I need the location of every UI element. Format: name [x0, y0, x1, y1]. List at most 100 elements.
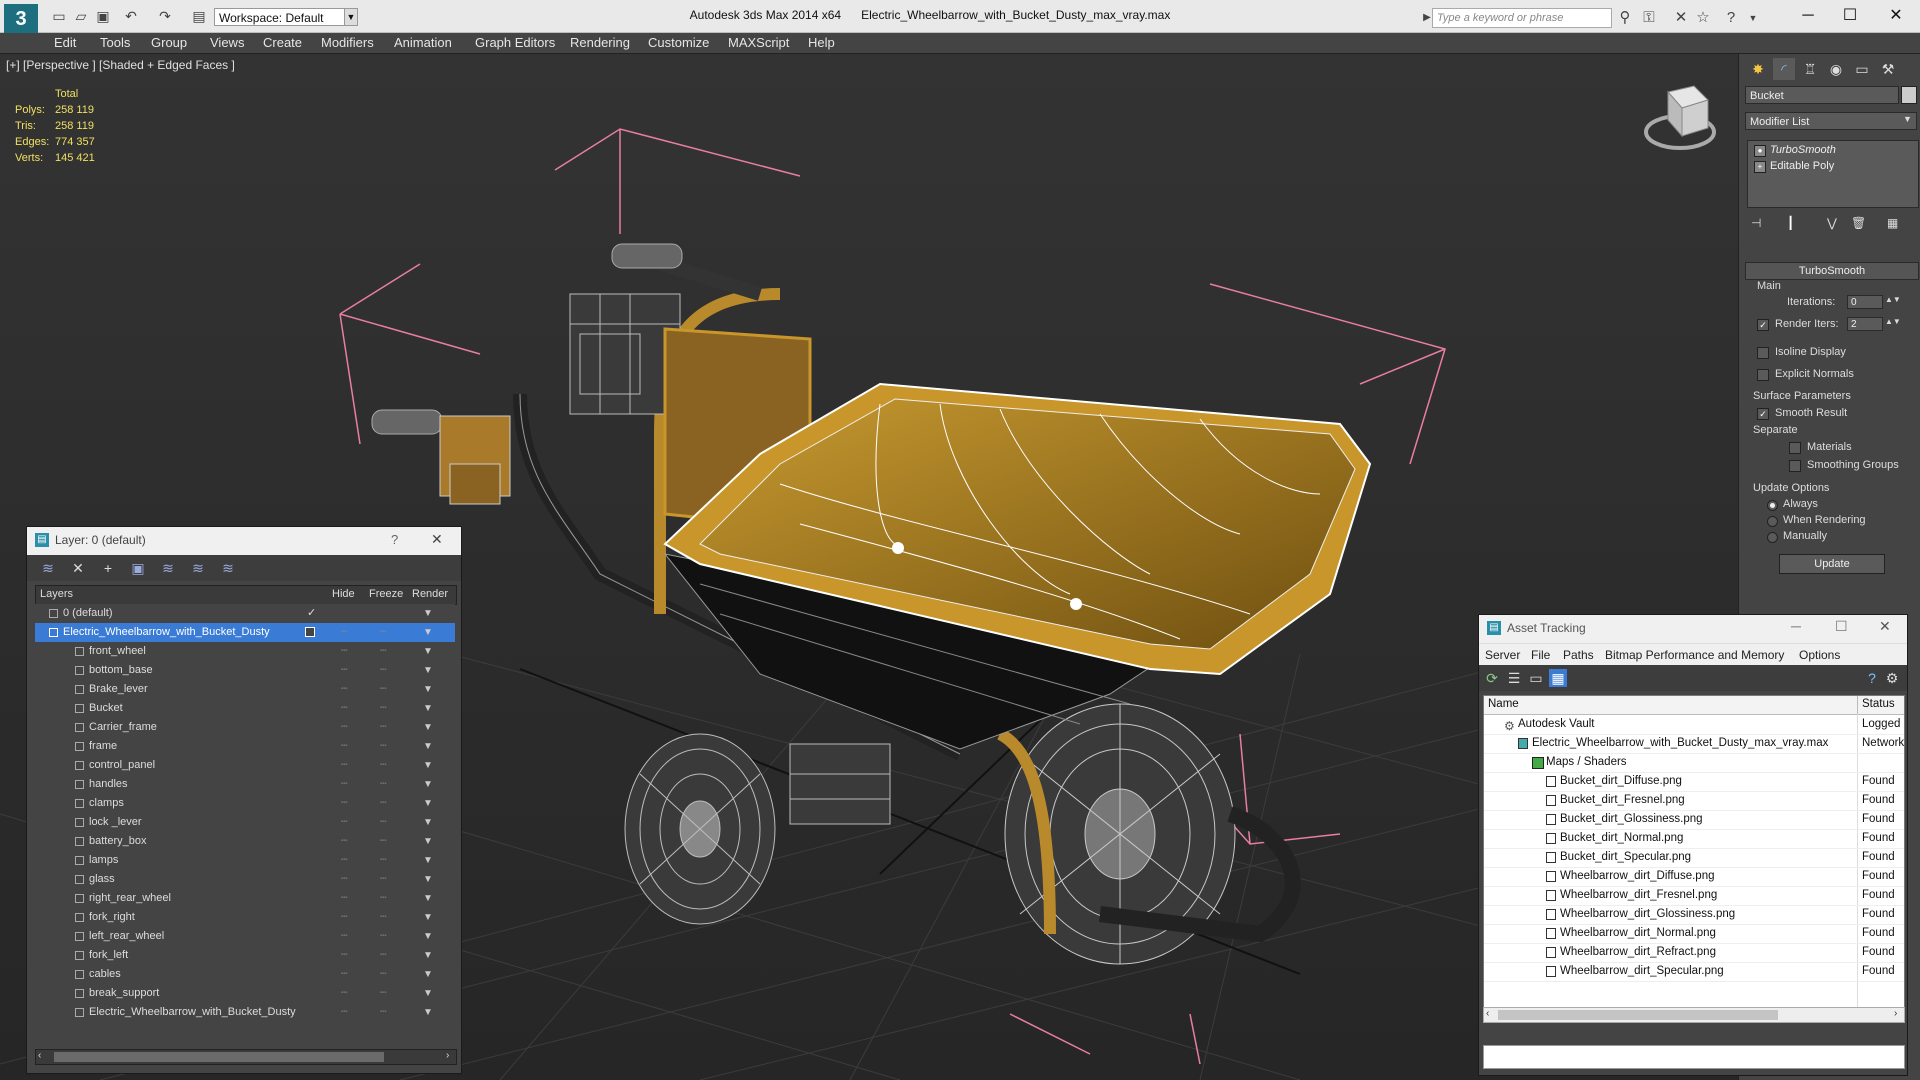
- smoothing-groups-checkbox[interactable]: [1789, 460, 1801, 472]
- asset-tracking-titlebar[interactable]: ▤ Asset Tracking ─ ☐ ✕: [1479, 615, 1907, 643]
- hide-toggle[interactable]: ┄: [341, 889, 348, 908]
- render-icon[interactable]: ▼: [423, 699, 433, 718]
- layer-row[interactable]: lock _lever ┄ ┄ ▼: [35, 813, 455, 832]
- hide-toggle[interactable]: ┄: [341, 851, 348, 870]
- render-icon[interactable]: ▼: [423, 889, 433, 908]
- hide-toggle[interactable]: ┄: [341, 984, 348, 1003]
- hide-toggle[interactable]: ┄: [341, 642, 348, 661]
- save-icon[interactable]: ▣: [94, 7, 112, 25]
- menu-graph-editors[interactable]: Graph Editors: [475, 35, 555, 50]
- set-current-layer-box[interactable]: [305, 627, 315, 637]
- materials-checkbox[interactable]: [1789, 442, 1801, 454]
- freeze-toggle[interactable]: ┄: [380, 946, 387, 965]
- stack-item-editable-poly[interactable]: + Editable Poly: [1750, 159, 1914, 174]
- render-icon[interactable]: ▼: [423, 965, 433, 984]
- chevron-down-icon[interactable]: ▼: [344, 8, 358, 26]
- layer-row[interactable]: bottom_base ┄ ┄ ▼: [35, 661, 455, 680]
- remove-modifier-icon[interactable]: 🗑: [1851, 216, 1866, 230]
- asset-row[interactable]: Wheelbarrow_dirt_Specular.png Found: [1484, 962, 1904, 982]
- layers-column-header[interactable]: Layers: [40, 588, 73, 600]
- key-icon[interactable]: ⚿: [1640, 9, 1658, 27]
- open-file-icon[interactable]: ▱: [72, 7, 90, 25]
- app-logo-icon[interactable]: 3: [4, 4, 38, 34]
- hide-toggle[interactable]: ┄: [341, 965, 348, 984]
- freeze-toggle[interactable]: ┄: [380, 813, 387, 832]
- hide-toggle[interactable]: ┄: [341, 737, 348, 756]
- layer-row[interactable]: handles ┄ ┄ ▼: [35, 775, 455, 794]
- layer-row[interactable]: left_rear_wheel ┄ ┄ ▼: [35, 927, 455, 946]
- render-icon[interactable]: ▼: [423, 946, 433, 965]
- freeze-toggle[interactable]: ┄: [380, 889, 387, 908]
- hide-toggle[interactable]: ┄: [341, 756, 348, 775]
- freeze-toggle[interactable]: ┄: [380, 927, 387, 946]
- hide-toggle[interactable]: ┄: [341, 1003, 348, 1022]
- redo-icon[interactable]: ↷: [156, 7, 174, 25]
- hide-toggle[interactable]: ┄: [341, 699, 348, 718]
- hide-toggle[interactable]: ┄: [341, 661, 348, 680]
- freeze-toggle[interactable]: ┄: [380, 870, 387, 889]
- menu-rendering[interactable]: Rendering: [570, 35, 630, 50]
- favorites-star-icon[interactable]: ☆: [1694, 9, 1712, 27]
- asset-menu-file[interactable]: File: [1531, 648, 1550, 662]
- workspace-dropdown[interactable]: Workspace: Default: [214, 8, 358, 26]
- asset-row[interactable]: Maps / Shaders: [1484, 753, 1904, 773]
- close-icon[interactable]: ✕: [1876, 4, 1916, 28]
- freeze-toggle[interactable]: ┄: [380, 832, 387, 851]
- asset-row[interactable]: Electric_Wheelbarrow_with_Bucket_Dusty_m…: [1484, 734, 1904, 754]
- asset-row[interactable]: ⚙Autodesk VaultLogged C: [1484, 715, 1904, 735]
- highlight-layer-icon[interactable]: ≋: [159, 559, 177, 577]
- lightbulb-icon[interactable]: ●: [1754, 145, 1766, 157]
- scroll-left-icon[interactable]: ‹: [1486, 1008, 1489, 1019]
- explicit-normals-checkbox[interactable]: [1757, 369, 1769, 381]
- layer-row[interactable]: frame ┄ ┄ ▼: [35, 737, 455, 756]
- update-button[interactable]: Update: [1779, 554, 1885, 574]
- stack-item-turbosmooth[interactable]: ● TurboSmooth: [1750, 143, 1914, 158]
- render-icon[interactable]: ▼: [423, 813, 433, 832]
- freeze-toggle[interactable]: ┄: [380, 623, 387, 642]
- freeze-toggle[interactable]: ┄: [380, 775, 387, 794]
- hide-toggle[interactable]: ┄: [341, 908, 348, 927]
- minimize-icon[interactable]: ─: [1791, 618, 1801, 634]
- display-tab-icon[interactable]: ▭: [1851, 58, 1873, 80]
- render-iters-spinner[interactable]: 2: [1847, 317, 1883, 331]
- render-icon[interactable]: ▼: [423, 927, 433, 946]
- menu-maxscript[interactable]: MAXScript: [728, 35, 789, 50]
- hierarchy-tab-icon[interactable]: ♖: [1799, 58, 1821, 80]
- render-icon[interactable]: ▼: [423, 870, 433, 889]
- smooth-result-checkbox[interactable]: ✓: [1757, 408, 1769, 420]
- hide-toggle[interactable]: ┄: [341, 927, 348, 946]
- layer-row[interactable]: Electric_Wheelbarrow_with_Bucket_Dusty ┄ ┄…: [35, 1003, 455, 1022]
- hide-toggle[interactable]: ┄: [341, 832, 348, 851]
- search-input[interactable]: Type a keyword or phrase: [1432, 8, 1612, 28]
- scrollbar-thumb[interactable]: [54, 1052, 384, 1062]
- menu-tools[interactable]: Tools: [100, 35, 130, 50]
- modify-tab-icon[interactable]: ◜: [1773, 58, 1795, 80]
- layer-row[interactable]: cables ┄ ┄ ▼: [35, 965, 455, 984]
- freeze-column-header[interactable]: Freeze: [369, 588, 403, 600]
- close-icon[interactable]: ✕: [431, 531, 443, 548]
- freeze-toggle[interactable]: ┄: [380, 1003, 387, 1022]
- layer-row[interactable]: break_support ┄ ┄ ▼: [35, 984, 455, 1003]
- modifier-list-dropdown[interactable]: Modifier List: [1745, 112, 1917, 130]
- close-icon[interactable]: ✕: [1879, 618, 1891, 635]
- layer-row[interactable]: front_wheel ┄ ┄ ▼: [35, 642, 455, 661]
- hide-toggle[interactable]: ┄: [341, 623, 348, 642]
- layer-row[interactable]: Carrier_frame ┄ ┄ ▼: [35, 718, 455, 737]
- always-radio[interactable]: [1767, 500, 1778, 511]
- layer-horizontal-scrollbar[interactable]: ‹ ›: [35, 1049, 457, 1065]
- menu-help[interactable]: Help: [808, 35, 835, 50]
- binoculars-icon[interactable]: ⚲: [1616, 9, 1634, 27]
- scroll-left-icon[interactable]: ‹: [38, 1050, 41, 1061]
- help-icon[interactable]: ?: [1863, 669, 1881, 687]
- freeze-toggle[interactable]: ┄: [380, 642, 387, 661]
- select-objects-icon[interactable]: ▣: [129, 559, 147, 577]
- render-icon[interactable]: ▼: [423, 661, 433, 680]
- asset-menu-bitmap-performance[interactable]: Bitmap Performance and Memory: [1605, 648, 1784, 662]
- minimize-icon[interactable]: ─: [1788, 4, 1828, 28]
- layer-row[interactable]: fork_right ┄ ┄ ▼: [35, 908, 455, 927]
- render-icon[interactable]: ▼: [423, 756, 433, 775]
- layer-row[interactable]: lamps ┄ ┄ ▼: [35, 851, 455, 870]
- list-view-icon[interactable]: ☰: [1505, 669, 1523, 687]
- hide-toggle[interactable]: ┄: [341, 718, 348, 737]
- asset-row[interactable]: Bucket_dirt_Diffuse.png Found: [1484, 772, 1904, 792]
